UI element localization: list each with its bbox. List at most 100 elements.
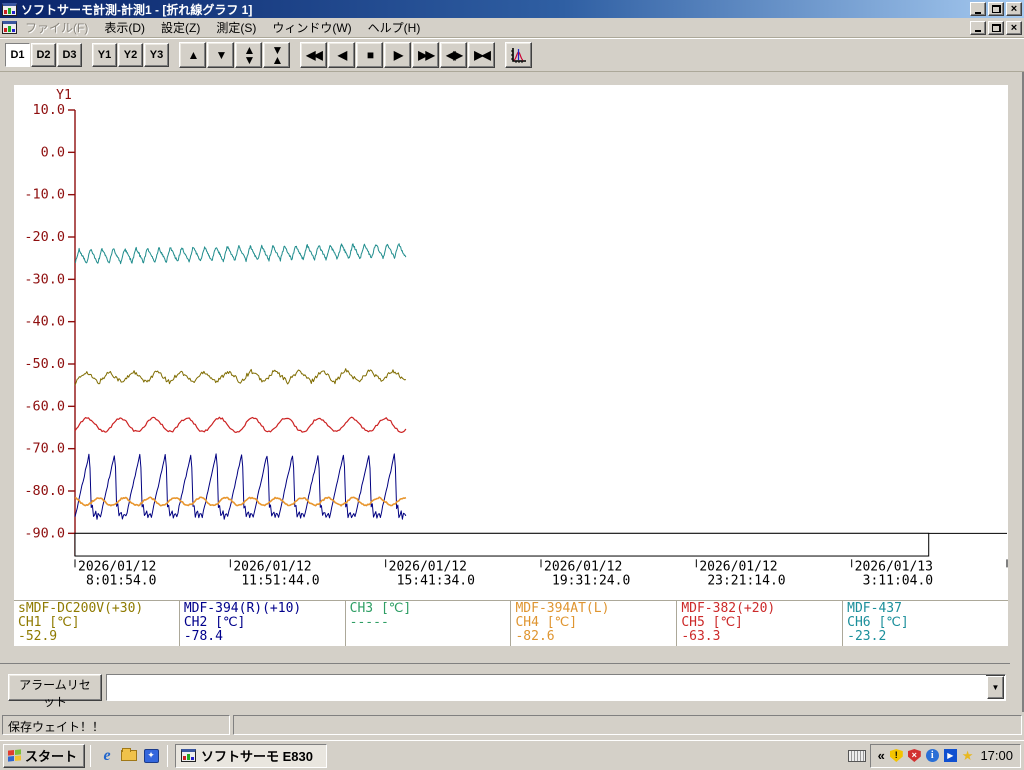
tool-button-y2[interactable]: Y2 xyxy=(118,43,143,67)
nav-buttons: ▲▼▲▼▼▲◀◀◀■▶▶▶◀▶▶◀ xyxy=(179,42,496,68)
legend-sensor-name: MDF-382(+20) xyxy=(681,602,838,616)
step-right-icon: ▶ xyxy=(394,49,401,61)
stop-button[interactable]: ■ xyxy=(356,42,383,68)
y-axis-tick-label: -70.0 xyxy=(24,441,65,457)
alarm-combo-input[interactable] xyxy=(107,675,986,700)
tool-button-d2[interactable]: D2 xyxy=(31,43,56,67)
media-tray-icon[interactable]: ▶ xyxy=(944,749,957,762)
compress-horizontal-icon: ▶◀ xyxy=(474,49,488,61)
step-right-button[interactable]: ▶ xyxy=(384,42,411,68)
menu-bar: ファイル(F)表示(D)設定(Z)測定(S)ウィンドウ(W)ヘルプ(H) × xyxy=(0,18,1024,38)
quick-launch-app-icon[interactable]: ✦ xyxy=(141,746,161,766)
taskbar-clock: 17:00 xyxy=(980,748,1013,763)
legend-channel-value: -23.2 xyxy=(847,630,1004,644)
child-restore-button[interactable] xyxy=(988,21,1004,35)
scroll-range-box[interactable] xyxy=(75,533,929,556)
alarm-combobox[interactable]: ▼ xyxy=(106,674,1006,701)
y-axis-tick-label: -20.0 xyxy=(24,229,65,245)
taskbar-task-button[interactable]: ソフトサーモ E830 xyxy=(175,744,327,768)
system-tray: « ! × i ▶ ★ 17:00 xyxy=(870,744,1021,768)
x-axis-time-label: 8:01:54.0 xyxy=(86,573,156,588)
x-axis-date-label: 2026/01/12 xyxy=(699,559,777,574)
menu-item-3[interactable]: 測定(S) xyxy=(208,17,264,38)
legend-channel-value: ----- xyxy=(350,616,507,630)
expand-horizontal-button[interactable]: ◀▶ xyxy=(440,42,467,68)
x-axis-date-label: 2026/01/12 xyxy=(78,559,156,574)
restore-button[interactable] xyxy=(988,2,1004,16)
combo-dropdown-button[interactable]: ▼ xyxy=(987,676,1004,699)
legend-sensor-name: MDF-394(R)(+10) xyxy=(184,602,341,616)
legend-channel-label: CH5 [℃] xyxy=(681,616,838,630)
keyboard-layout-icon[interactable] xyxy=(848,750,866,762)
toolbar: D1D2D3Y1Y2Y3 ▲▼▲▼▼▲◀◀◀■▶▶▶◀▶▶◀ xyxy=(0,38,1024,72)
star-tray-icon[interactable]: ★ xyxy=(962,749,974,762)
tool-button-d1[interactable]: D1 xyxy=(5,43,30,67)
stop-icon: ■ xyxy=(367,49,372,61)
security-warning-icon[interactable]: ! xyxy=(890,749,903,762)
x-axis-date-label: 2026/01/12 xyxy=(233,559,311,574)
x-axis-time-label: 3:11:04.0 xyxy=(863,573,933,588)
app-icon xyxy=(2,3,17,16)
tool-button-y3[interactable]: Y3 xyxy=(144,43,169,67)
fast-forward-button[interactable]: ▶▶ xyxy=(412,42,439,68)
legend-channel-label: CH6 [℃] xyxy=(847,616,1004,630)
legend-channel-value: -78.4 xyxy=(184,630,341,644)
taskbar-separator xyxy=(167,745,168,767)
legend-channel-5: MDF-382(+20) CH5 [℃] -63.3 xyxy=(677,601,843,646)
y-axis-tick-label: -90.0 xyxy=(24,525,65,541)
compress-vertical-icon: ▲ xyxy=(272,54,282,66)
show-desktop-icon[interactable] xyxy=(119,746,139,766)
compress-vertical-button[interactable]: ▼▲ xyxy=(263,42,290,68)
child-minimize-icon xyxy=(975,30,981,32)
tool-button-y1[interactable]: Y1 xyxy=(92,43,117,67)
status-bar: 保存ウェイト！！ xyxy=(0,712,1024,738)
internet-explorer-icon[interactable]: e xyxy=(97,746,117,766)
shift-up-button[interactable]: ▲ xyxy=(179,42,206,68)
alarm-row: アラームリセット ▼ xyxy=(0,663,1010,712)
menu-item-1[interactable]: 表示(D) xyxy=(96,17,153,38)
alarm-reset-button[interactable]: アラームリセット xyxy=(8,674,102,701)
child-minimize-button[interactable] xyxy=(970,21,986,35)
shift-down-button[interactable]: ▼ xyxy=(207,42,234,68)
tray-expand-chevron[interactable]: « xyxy=(878,748,885,763)
child-window-icon[interactable] xyxy=(2,21,17,34)
view-buttons: D1D2D3 Y1Y2Y3 xyxy=(5,43,170,67)
fast-rewind-button[interactable]: ◀◀ xyxy=(300,42,327,68)
legend-channel-value: -82.6 xyxy=(515,630,672,644)
start-button-label: スタート xyxy=(25,746,77,765)
graph-settings-icon xyxy=(509,47,528,64)
child-close-button[interactable]: × xyxy=(1006,21,1022,35)
legend-channel-label: CH1 [℃] xyxy=(18,616,175,630)
legend-channel-value: -63.3 xyxy=(681,630,838,644)
legend-channel-2: MDF-394(R)(+10) CH2 [℃] -78.4 xyxy=(180,601,346,646)
expand-vertical-icon: ▼ xyxy=(244,54,254,66)
x-axis-time-label: 11:51:44.0 xyxy=(241,573,319,588)
start-button[interactable]: スタート xyxy=(3,744,85,768)
series-line-ch1 xyxy=(75,369,406,386)
x-axis-time-label: 15:41:34.0 xyxy=(397,573,475,588)
menu-item-4[interactable]: ウィンドウ(W) xyxy=(264,17,359,38)
graph-settings-button[interactable] xyxy=(505,42,532,68)
legend-sensor-name: sMDF-DC200V(+30) xyxy=(18,602,175,616)
minimize-button[interactable] xyxy=(970,2,986,16)
step-left-button[interactable]: ◀ xyxy=(328,42,355,68)
menu-item-2[interactable]: 設定(Z) xyxy=(153,17,208,38)
child-close-icon: × xyxy=(1011,23,1017,33)
tool-button-d3[interactable]: D3 xyxy=(57,43,82,67)
compress-horizontal-button[interactable]: ▶◀ xyxy=(468,42,495,68)
y-axis-title: Y1 xyxy=(56,88,72,103)
close-button[interactable]: × xyxy=(1006,2,1022,16)
y-axis-tick-label: 10.0 xyxy=(32,102,65,118)
fast-rewind-icon: ◀◀ xyxy=(306,49,320,61)
title-bar: ソフトサーモ計測-計測1 - [折れ線グラフ 1] × xyxy=(0,0,1024,18)
mdi-workspace: Y110.00.0-10.0-20.0-30.0-40.0-50.0-60.0-… xyxy=(0,72,1024,712)
legend-channel-1: sMDF-DC200V(+30) CH1 [℃] -52.9 xyxy=(14,601,180,646)
minimize-icon xyxy=(975,12,981,14)
menu-item-5[interactable]: ヘルプ(H) xyxy=(360,17,429,38)
security-error-icon[interactable]: × xyxy=(908,749,921,762)
info-balloon-icon[interactable]: i xyxy=(926,749,939,762)
expand-horizontal-icon: ◀▶ xyxy=(446,49,460,61)
expand-vertical-button[interactable]: ▲▼ xyxy=(235,42,262,68)
menu-item-0: ファイル(F) xyxy=(17,17,96,38)
legend-channel-6: MDF-437 CH6 [℃] -23.2 xyxy=(843,601,1008,646)
